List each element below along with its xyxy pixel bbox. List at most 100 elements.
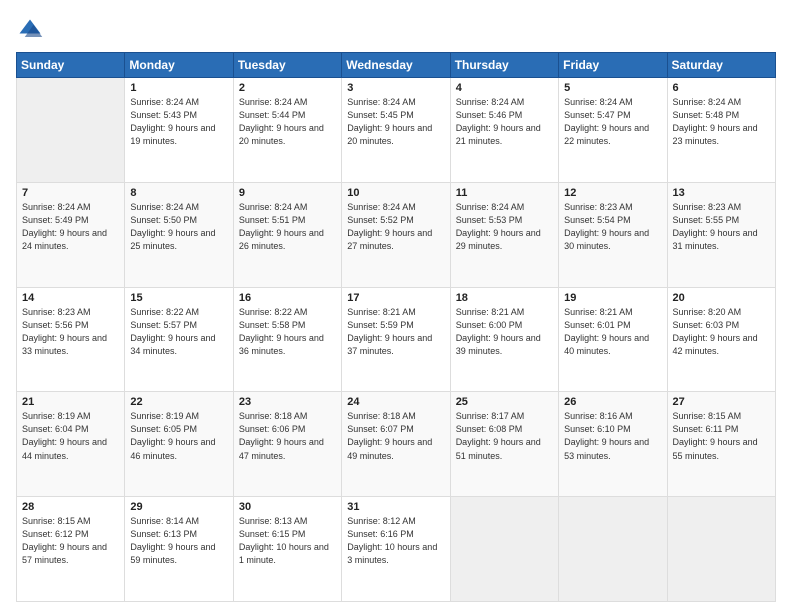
calendar-cell: 2Sunrise: 8:24 AMSunset: 5:44 PMDaylight… [233,78,341,183]
day-number: 22 [130,396,227,408]
calendar-cell: 18 Sunrise: 8:21 AMSunset: 6:00 PMDayligh… [450,287,558,392]
calendar-cell: 19Sunrise: 8:21 AMSunset: 6:01 PMDayligh… [559,287,667,392]
day-number: 30 [239,501,336,513]
page: SundayMondayTuesdayWednesdayThursdayFrid… [0,0,792,612]
calendar-cell: 5 Sunrise: 8:24 AMSunset: 5:47 PMDaylight… [559,78,667,183]
day-info: Sunrise: 8:15 AMSunset: 6:12 PMDaylight:… [22,515,119,567]
day-info: Sunrise: 8:16 AMSunset: 6:10 PMDaylight:… [564,410,661,462]
day-info: Sunrise: 8:24 AMSunset: 5:43 PMDaylight:… [130,96,227,148]
calendar-cell: 13 Sunrise: 8:23 AMSunset: 5:55 PMDayligh… [667,182,775,287]
calendar-table: SundayMondayTuesdayWednesdayThursdayFrid… [16,52,776,602]
calendar-cell: 24 Sunrise: 8:18 AMSunset: 6:07 PMDayligh… [342,392,450,497]
weekday-header-tuesday: Tuesday [233,53,341,78]
day-info: Sunrise: 8:15 AMSunset: 6:11 PMDaylight:… [673,410,770,462]
calendar-cell [667,497,775,602]
day-number: 1 [130,82,227,94]
calendar-cell: 1 Sunrise: 8:24 AMSunset: 5:43 PMDaylight… [125,78,233,183]
calendar-cell: 31 Sunrise: 8:12 AMSunset: 6:16 PMDayligh… [342,497,450,602]
day-number: 4 [456,82,553,94]
day-info: Sunrise: 8:13 AMSunset: 6:15 PMDaylight:… [239,515,336,567]
day-info: Sunrise: 8:20 AMSunset: 6:03 PMDaylight:… [673,306,770,358]
calendar-cell: 17Sunrise: 8:21 AMSunset: 5:59 PMDayligh… [342,287,450,392]
day-info: Sunrise: 8:22 AMSunset: 5:57 PMDaylight:… [130,306,227,358]
calendar-cell: 26 Sunrise: 8:16 AMSunset: 6:10 PMDayligh… [559,392,667,497]
weekday-header-monday: Monday [125,53,233,78]
day-number: 12 [564,187,661,199]
day-info: Sunrise: 8:24 AMSunset: 5:45 PMDaylight:… [347,96,444,148]
calendar-cell: 9 Sunrise: 8:24 AMSunset: 5:51 PMDaylight… [233,182,341,287]
calendar-cell: 6 Sunrise: 8:24 AMSunset: 5:48 PMDaylight… [667,78,775,183]
day-number: 20 [673,292,770,304]
calendar-cell [17,78,125,183]
day-number: 11 [456,187,553,199]
day-info: Sunrise: 8:24 AMSunset: 5:44 PMDaylight:… [239,96,336,148]
day-number: 18 [456,292,553,304]
day-info: Sunrise: 8:14 AMSunset: 6:13 PMDaylight:… [130,515,227,567]
day-info: Sunrise: 8:23 AMSunset: 5:55 PMDaylight:… [673,201,770,253]
day-info: Sunrise: 8:21 AMSunset: 6:00 PMDaylight:… [456,306,553,358]
calendar-cell: 7 Sunrise: 8:24 AMSunset: 5:49 PMDaylight… [17,182,125,287]
day-number: 7 [22,187,119,199]
calendar-cell: 14 Sunrise: 8:23 AMSunset: 5:56 PMDayligh… [17,287,125,392]
day-info: Sunrise: 8:18 AMSunset: 6:06 PMDaylight:… [239,410,336,462]
calendar-cell: 21 Sunrise: 8:19 AMSunset: 6:04 PMDayligh… [17,392,125,497]
calendar-cell: 25 Sunrise: 8:17 AMSunset: 6:08 PMDayligh… [450,392,558,497]
day-info: Sunrise: 8:23 AMSunset: 5:56 PMDaylight:… [22,306,119,358]
day-info: Sunrise: 8:21 AMSunset: 5:59 PMDaylight:… [347,306,444,358]
day-number: 31 [347,501,444,513]
calendar-cell: 4Sunrise: 8:24 AMSunset: 5:46 PMDaylight… [450,78,558,183]
weekday-header-saturday: Saturday [667,53,775,78]
header [16,16,776,44]
calendar-cell: 22Sunrise: 8:19 AMSunset: 6:05 PMDayligh… [125,392,233,497]
day-number: 24 [347,396,444,408]
day-number: 14 [22,292,119,304]
calendar-cell: 12 Sunrise: 8:23 AMSunset: 5:54 PMDayligh… [559,182,667,287]
day-number: 9 [239,187,336,199]
day-number: 25 [456,396,553,408]
day-number: 21 [22,396,119,408]
day-info: Sunrise: 8:24 AMSunset: 5:51 PMDaylight:… [239,201,336,253]
calendar-cell: 3Sunrise: 8:24 AMSunset: 5:45 PMDaylight… [342,78,450,183]
day-info: Sunrise: 8:21 AMSunset: 6:01 PMDaylight:… [564,306,661,358]
day-number: 16 [239,292,336,304]
calendar-cell [559,497,667,602]
calendar-cell: 16Sunrise: 8:22 AMSunset: 5:58 PMDayligh… [233,287,341,392]
weekday-header-friday: Friday [559,53,667,78]
calendar-cell: 28Sunrise: 8:15 AMSunset: 6:12 PMDayligh… [17,497,125,602]
day-info: Sunrise: 8:23 AMSunset: 5:54 PMDaylight:… [564,201,661,253]
calendar-cell [450,497,558,602]
day-number: 26 [564,396,661,408]
week-row-5: 28Sunrise: 8:15 AMSunset: 6:12 PMDayligh… [17,497,776,602]
weekday-header-wednesday: Wednesday [342,53,450,78]
calendar-cell: 20 Sunrise: 8:20 AMSunset: 6:03 PMDayligh… [667,287,775,392]
calendar-cell: 29Sunrise: 8:14 AMSunset: 6:13 PMDayligh… [125,497,233,602]
week-row-4: 21 Sunrise: 8:19 AMSunset: 6:04 PMDayligh… [17,392,776,497]
day-number: 8 [130,187,227,199]
day-number: 27 [673,396,770,408]
day-info: Sunrise: 8:12 AMSunset: 6:16 PMDaylight:… [347,515,444,567]
calendar-cell: 10 Sunrise: 8:24 AMSunset: 5:52 PMDayligh… [342,182,450,287]
day-number: 15 [130,292,227,304]
day-info: Sunrise: 8:24 AMSunset: 5:50 PMDaylight:… [130,201,227,253]
calendar-cell: 15 Sunrise: 8:22 AMSunset: 5:57 PMDayligh… [125,287,233,392]
day-number: 23 [239,396,336,408]
weekday-header-row: SundayMondayTuesdayWednesdayThursdayFrid… [17,53,776,78]
day-info: Sunrise: 8:24 AMSunset: 5:52 PMDaylight:… [347,201,444,253]
logo-icon [16,16,44,44]
day-info: Sunrise: 8:19 AMSunset: 6:04 PMDaylight:… [22,410,119,462]
week-row-1: 1 Sunrise: 8:24 AMSunset: 5:43 PMDaylight… [17,78,776,183]
logo [16,16,48,44]
day-info: Sunrise: 8:24 AMSunset: 5:49 PMDaylight:… [22,201,119,253]
week-row-3: 14 Sunrise: 8:23 AMSunset: 5:56 PMDayligh… [17,287,776,392]
day-number: 6 [673,82,770,94]
day-info: Sunrise: 8:24 AMSunset: 5:48 PMDaylight:… [673,96,770,148]
week-row-2: 7 Sunrise: 8:24 AMSunset: 5:49 PMDaylight… [17,182,776,287]
day-number: 10 [347,187,444,199]
day-number: 5 [564,82,661,94]
day-number: 13 [673,187,770,199]
calendar-cell: 8 Sunrise: 8:24 AMSunset: 5:50 PMDaylight… [125,182,233,287]
day-info: Sunrise: 8:24 AMSunset: 5:47 PMDaylight:… [564,96,661,148]
day-info: Sunrise: 8:18 AMSunset: 6:07 PMDaylight:… [347,410,444,462]
calendar-cell: 23 Sunrise: 8:18 AMSunset: 6:06 PMDayligh… [233,392,341,497]
day-info: Sunrise: 8:17 AMSunset: 6:08 PMDaylight:… [456,410,553,462]
